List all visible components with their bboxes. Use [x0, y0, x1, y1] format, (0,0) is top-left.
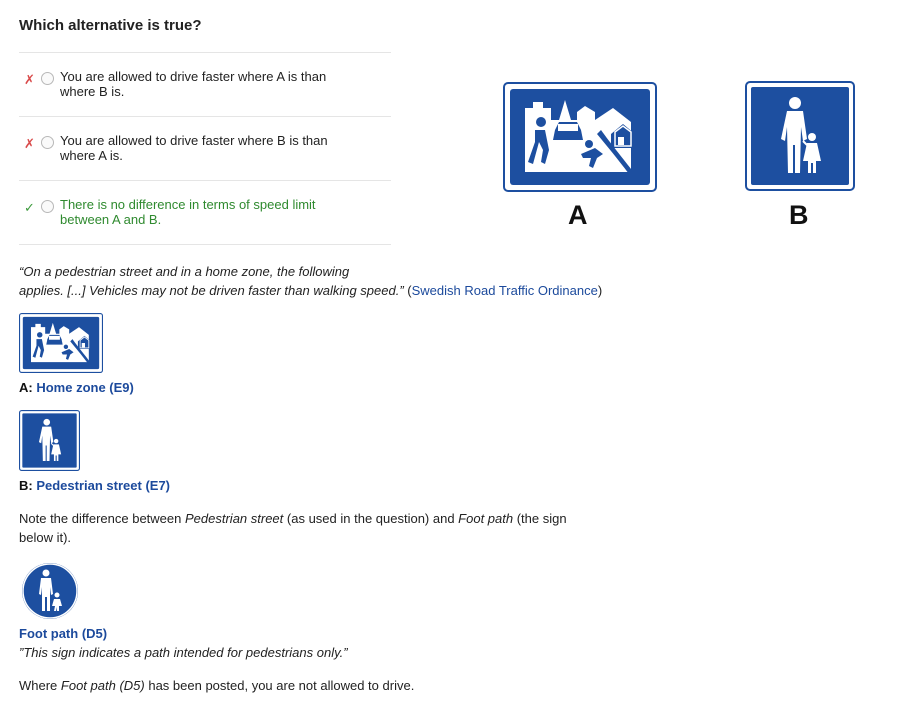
sign-label-b: B — [789, 200, 809, 230]
foot-path-sign-icon — [19, 560, 81, 622]
home-zone-small-sign-icon — [19, 313, 103, 373]
final-note: Where Foot path (D5) has been posted, yo… — [19, 678, 415, 693]
answer-option-3[interactable]: ✓ There is no difference in terms of spe… — [19, 180, 391, 245]
radio-button[interactable] — [41, 72, 54, 85]
caption-a: A: Home zone (E9) — [19, 380, 134, 395]
option-text: You are allowed to drive faster where B … — [60, 133, 328, 163]
radio-button[interactable] — [41, 136, 54, 149]
note-text: Note the difference between Pedestrian s… — [19, 511, 567, 545]
option-text: You are allowed to drive faster where A … — [60, 69, 327, 99]
wrong-mark-icon: ✗ — [24, 72, 35, 87]
correct-mark-icon: ✓ — [24, 200, 35, 215]
pedestrian-street-small-sign-icon — [19, 410, 80, 471]
wrong-mark-icon: ✗ — [24, 136, 35, 151]
answer-option-1[interactable]: ✗ You are allowed to drive faster where … — [19, 52, 391, 116]
ordinance-link[interactable]: Swedish Road Traffic Ordinance — [412, 283, 598, 298]
home-zone-sign-icon — [503, 82, 657, 192]
pedestrian-street-link[interactable]: Pedestrian street (E7) — [36, 478, 170, 493]
foot-path-description: ”This sign indicates a path intended for… — [19, 645, 348, 660]
answer-option-2[interactable]: ✗ You are allowed to drive faster where … — [19, 116, 391, 180]
radio-button[interactable] — [41, 200, 54, 213]
caption-b: B: Pedestrian street (E7) — [19, 478, 171, 493]
foot-path-link[interactable]: Foot path (D5) — [19, 626, 107, 641]
option-text: There is no difference in terms of speed… — [60, 197, 316, 227]
explanation-quote: “On a pedestrian street and in a home zo… — [19, 264, 603, 298]
pedestrian-street-sign-icon — [745, 81, 855, 191]
sign-label-a: A — [568, 200, 588, 230]
question-title: Which alternative is true? — [19, 17, 202, 34]
answer-options: ✗ You are allowed to drive faster where … — [19, 52, 391, 245]
home-zone-link[interactable]: Home zone (E9) — [36, 380, 134, 395]
